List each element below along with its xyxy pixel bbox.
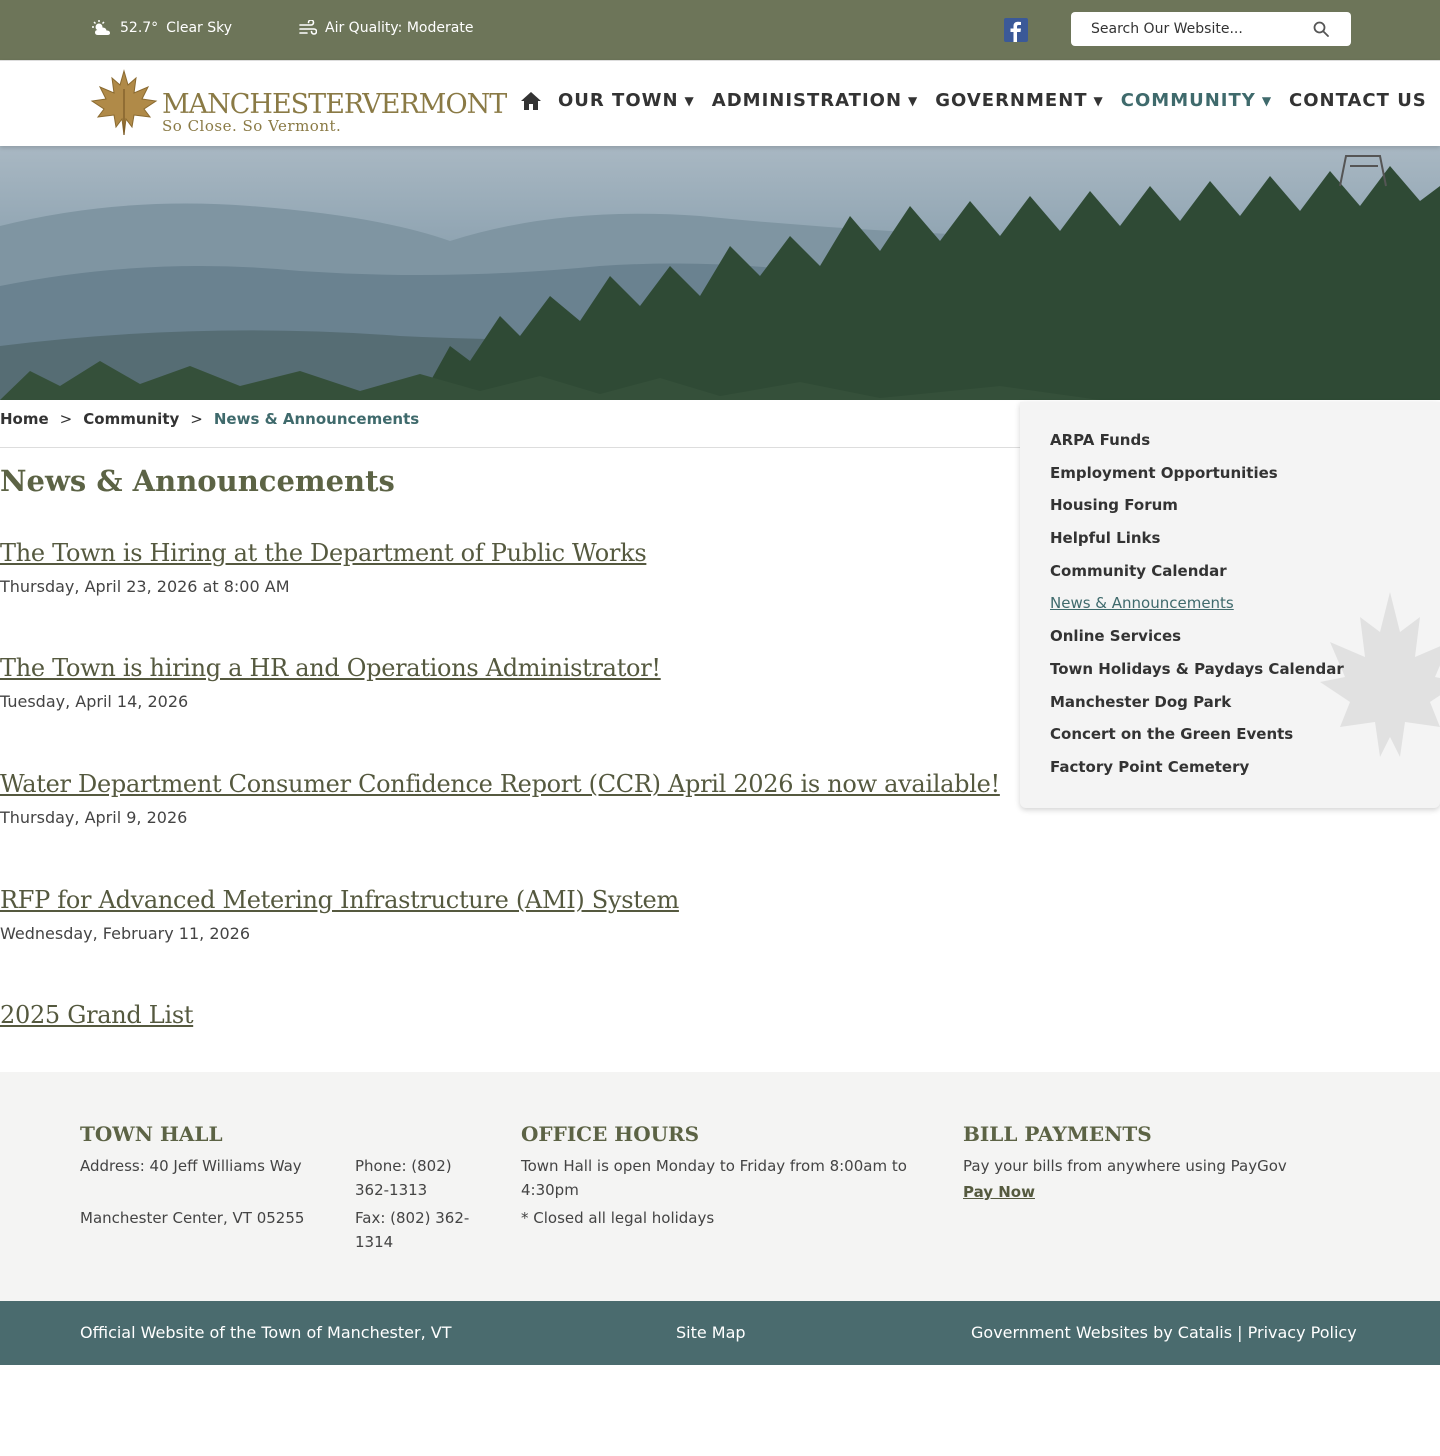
sidebar-item-holidays-paydays[interactable]: Town Holidays & Paydays Calendar — [1050, 659, 1344, 692]
sidebar-menu: ARPA Funds Employment Opportunities Hous… — [1050, 430, 1344, 790]
office-hours-note: * Closed all legal holidays — [521, 1209, 715, 1227]
bill-payments-text: Pay your bills from anywhere using PayGo… — [963, 1157, 1287, 1175]
sidebar-item-dog-park[interactable]: Manchester Dog Park — [1050, 692, 1344, 725]
air-quality-text: Air Quality: Moderate — [325, 20, 474, 36]
home-icon[interactable] — [520, 91, 542, 111]
top-utility-bar: 52.7° Clear Sky Air Quality: Moderate — [0, 0, 1440, 60]
nav-government[interactable]: GOVERNMENT ▼ — [935, 90, 1104, 111]
sidebar-item-arpa-funds[interactable]: ARPA Funds — [1050, 430, 1344, 463]
site-footer: TOWN HALL Address: 40 Jeff Williams Way … — [0, 1072, 1440, 1301]
chevron-down-icon: ▼ — [1093, 93, 1104, 108]
news-item-date: Thursday, April 9, 2026 — [0, 808, 188, 827]
page-title: News & Announcements — [0, 464, 395, 498]
breadcrumb: Home > Community > News & Announcements — [0, 410, 419, 428]
logo-name: MANCHESTERVERMONT — [162, 89, 507, 120]
chevron-down-icon: ▼ — [908, 93, 919, 108]
sidebar-item-community-calendar[interactable]: Community Calendar — [1050, 561, 1344, 594]
section-sidebar: ARPA Funds Employment Opportunities Hous… — [1020, 402, 1440, 808]
nav-administration[interactable]: ADMINISTRATION ▼ — [712, 90, 918, 111]
logo-tagline: So Close. So Vermont. — [162, 117, 342, 135]
maple-leaf-icon — [90, 69, 158, 136]
sidebar-item-cemetery[interactable]: Factory Point Cemetery — [1050, 757, 1344, 790]
breadcrumb-home[interactable]: Home — [0, 410, 49, 428]
sidebar-item-helpful-links[interactable]: Helpful Links — [1050, 528, 1344, 561]
link-divider: | — [1237, 1323, 1243, 1342]
news-item-date: Thursday, April 23, 2026 at 8:00 AM — [0, 577, 290, 596]
temperature: 52.7° — [120, 20, 159, 36]
site-map-link[interactable]: Site Map — [676, 1323, 746, 1342]
bottom-bar: Official Website of the Town of Manchest… — [0, 1301, 1440, 1365]
breadcrumb-community[interactable]: Community — [83, 410, 179, 428]
news-item-title[interactable]: The Town is hiring a HR and Operations A… — [0, 654, 1015, 682]
town-hall-title: TOWN HALL — [80, 1122, 223, 1146]
breadcrumb-separator: > — [59, 410, 73, 428]
news-item-title[interactable]: The Town is Hiring at the Department of … — [0, 539, 1015, 567]
news-item: The Town is Hiring at the Department of … — [0, 539, 1015, 596]
search-icon[interactable] — [1313, 21, 1329, 37]
partly-cloudy-icon — [92, 20, 110, 35]
news-item-title[interactable]: 2025 Grand List — [0, 1001, 1015, 1029]
news-item-title[interactable]: Water Department Consumer Confidence Rep… — [0, 770, 1015, 798]
town-hall-fax: Fax: (802) 362-1314 — [355, 1209, 470, 1251]
pay-now-link[interactable]: Pay Now — [963, 1183, 1035, 1201]
chevron-down-icon: ▼ — [684, 93, 695, 108]
nav-community[interactable]: COMMUNITY ▼ — [1121, 90, 1272, 111]
sidebar-item-news[interactable]: News & Announcements — [1050, 593, 1344, 626]
town-hall-phone: Phone: (802) 362-1313 — [355, 1157, 452, 1199]
news-item: RFP for Advanced Metering Infrastructure… — [0, 886, 1015, 943]
town-logo[interactable]: MANCHESTERVERMONT So Close. So Vermont. — [88, 69, 507, 139]
weather-condition: Clear Sky — [166, 20, 233, 36]
facebook-icon[interactable] — [1004, 18, 1028, 42]
nav-our-town[interactable]: OUR TOWN ▼ — [558, 90, 695, 111]
search-input[interactable] — [1091, 12, 1301, 46]
news-item-date: Tuesday, April 14, 2026 — [0, 692, 189, 711]
breadcrumb-current: News & Announcements — [213, 410, 420, 428]
official-website-text: Official Website of the Town of Manchest… — [80, 1323, 452, 1342]
bill-payments-link-wrap: Pay Now — [963, 1180, 1035, 1204]
sidebar-item-online-services[interactable]: Online Services — [1050, 626, 1344, 659]
air-quality-widget: Air Quality: Moderate — [299, 20, 473, 36]
wind-icon — [299, 20, 317, 35]
privacy-policy-link[interactable]: Privacy Policy — [1248, 1323, 1357, 1342]
news-item-title[interactable]: RFP for Advanced Metering Infrastructure… — [0, 886, 1015, 914]
town-hall-address-line2: Manchester Center, VT 05255 — [80, 1209, 305, 1227]
site-search — [1071, 12, 1351, 46]
office-hours-text: Town Hall is open Monday to Friday from … — [521, 1157, 907, 1199]
sidebar-item-housing-forum[interactable]: Housing Forum — [1050, 495, 1344, 528]
hero-banner-image — [0, 146, 1440, 400]
bill-payments-title: BILL PAYMENTS — [963, 1122, 1152, 1146]
breadcrumb-separator: > — [190, 410, 203, 428]
town-hall-address-line1: Address: 40 Jeff Williams Way — [80, 1157, 302, 1175]
news-item: Water Department Consumer Confidence Rep… — [0, 770, 1015, 827]
sidebar-item-employment[interactable]: Employment Opportunities — [1050, 463, 1344, 496]
news-item: 2025 Grand List — [0, 1001, 1015, 1029]
catalis-link[interactable]: Government Websites by Catalis — [971, 1323, 1232, 1342]
nav-contact-us[interactable]: CONTACT US — [1289, 90, 1427, 111]
office-hours-title: OFFICE HOURS — [521, 1122, 700, 1146]
weather-widget: 52.7° Clear Sky — [92, 20, 232, 36]
credits-group: Government Websites by Catalis | Privacy… — [971, 1323, 1357, 1342]
site-header: MANCHESTERVERMONT So Close. So Vermont. … — [0, 60, 1440, 146]
sidebar-item-concert-events[interactable]: Concert on the Green Events — [1050, 724, 1344, 757]
news-item: The Town is hiring a HR and Operations A… — [0, 654, 1015, 711]
main-navigation: OUR TOWN ▼ ADMINISTRATION ▼ GOVERNMENT ▼ CO… — [520, 90, 1427, 111]
news-item-date: Wednesday, February 11, 2026 — [0, 924, 251, 943]
mountain-forest-image — [0, 155, 1440, 400]
chevron-down-icon: ▼ — [1261, 93, 1273, 108]
divider — [0, 447, 1020, 448]
